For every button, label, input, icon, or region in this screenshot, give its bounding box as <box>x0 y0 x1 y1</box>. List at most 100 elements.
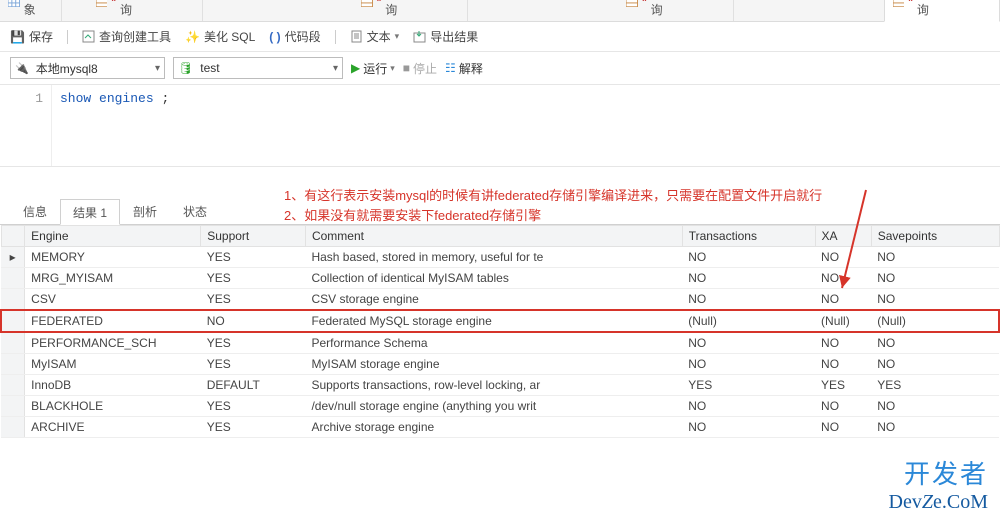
query-builder-button[interactable]: 查询创建工具 <box>82 28 171 45</box>
cell-engine[interactable]: MyISAM <box>25 354 201 375</box>
table-row[interactable]: FEDERATEDNOFederated MySQL storage engin… <box>1 310 999 332</box>
connection-select[interactable]: 🔌 本地mysql8 ▾ <box>10 57 165 79</box>
cell-xa[interactable]: NO <box>815 289 871 311</box>
cell-transactions[interactable]: NO <box>682 396 815 417</box>
cell-transactions[interactable]: NO <box>682 247 815 268</box>
cell-engine[interactable]: PERFORMANCE_SCH <box>25 332 201 354</box>
cell-savepoints[interactable]: NO <box>871 332 999 354</box>
cell-comment[interactable]: Supports transactions, row-level locking… <box>305 375 682 396</box>
result-tab-info[interactable]: 信息 <box>10 198 60 224</box>
cell-savepoints[interactable]: NO <box>871 268 999 289</box>
table-row[interactable]: InnoDBDEFAULTSupports transactions, row-… <box>1 375 999 396</box>
save-button[interactable]: 💾 保存 <box>10 28 53 45</box>
cell-support[interactable]: YES <box>201 247 306 268</box>
tab-query-active[interactable]: * 无标题 - 查询 <box>884 0 1000 22</box>
document-icon <box>350 30 363 43</box>
cell-savepoints[interactable]: NO <box>871 417 999 438</box>
text-button[interactable]: 文本 ▾ <box>350 28 400 45</box>
cell-comment[interactable]: CSV storage engine <box>305 289 682 311</box>
column-header-savepoints[interactable]: Savepoints <box>871 226 999 247</box>
result-tab-profile[interactable]: 剖析 <box>120 198 170 224</box>
cell-transactions[interactable]: YES <box>682 375 815 396</box>
cell-transactions[interactable]: NO <box>682 332 815 354</box>
cell-engine[interactable]: ARCHIVE <box>25 417 201 438</box>
explain-label: 解释 <box>459 60 483 77</box>
cell-engine[interactable]: InnoDB <box>25 375 201 396</box>
tab-label: 无标题 - 查询 <box>120 0 188 18</box>
result-grid[interactable]: Engine Support Comment Transactions XA S… <box>0 225 1000 438</box>
cell-engine[interactable]: MRG_MYISAM <box>25 268 201 289</box>
cell-xa[interactable]: NO <box>815 396 871 417</box>
cell-comment[interactable]: Hash based, stored in memory, useful for… <box>305 247 682 268</box>
cell-support[interactable]: YES <box>201 417 306 438</box>
table-row[interactable]: MyISAMYESMyISAM storage engineNONONO <box>1 354 999 375</box>
database-select[interactable]: 🛢 test ▾ <box>173 57 343 79</box>
table-row[interactable]: ▸MEMORYYESHash based, stored in memory, … <box>1 247 999 268</box>
cell-savepoints[interactable]: NO <box>871 247 999 268</box>
cell-comment[interactable]: /dev/null storage engine (anything you w… <box>305 396 682 417</box>
cell-xa[interactable]: YES <box>815 375 871 396</box>
cell-xa[interactable]: NO <box>815 247 871 268</box>
cell-savepoints[interactable]: YES <box>871 375 999 396</box>
cell-support[interactable]: YES <box>201 354 306 375</box>
column-header-comment[interactable]: Comment <box>305 226 682 247</box>
column-header-xa[interactable]: XA <box>815 226 871 247</box>
code-snippets-button[interactable]: ( ) 代码段 <box>269 28 320 45</box>
cell-support[interactable]: YES <box>201 289 306 311</box>
save-icon: 💾 <box>10 30 25 44</box>
cell-xa[interactable]: NO <box>815 332 871 354</box>
cell-xa[interactable]: NO <box>815 268 871 289</box>
query-icon <box>893 0 905 7</box>
cell-engine[interactable]: BLACKHOLE <box>25 396 201 417</box>
cell-transactions[interactable]: (Null) <box>682 310 815 332</box>
tab-query-1[interactable]: * 无标题 - 查询 <box>88 0 203 21</box>
cell-engine[interactable]: CSV <box>25 289 201 311</box>
cell-support[interactable]: YES <box>201 396 306 417</box>
sql-code[interactable]: show engines ; <box>52 85 177 166</box>
cell-savepoints[interactable]: NO <box>871 396 999 417</box>
cell-savepoints[interactable]: NO <box>871 289 999 311</box>
result-tab-status[interactable]: 状态 <box>170 198 220 224</box>
result-tab-result[interactable]: 结果 1 <box>60 199 120 225</box>
sql-editor[interactable]: 1 show engines ; <box>0 85 1000 167</box>
cell-transactions[interactable]: NO <box>682 417 815 438</box>
cell-comment[interactable]: Performance Schema <box>305 332 682 354</box>
cell-transactions[interactable]: NO <box>682 289 815 311</box>
cell-transactions[interactable]: NO <box>682 354 815 375</box>
cell-comment[interactable]: MyISAM storage engine <box>305 354 682 375</box>
cell-savepoints[interactable]: NO <box>871 354 999 375</box>
cell-engine[interactable]: MEMORY <box>25 247 201 268</box>
cell-xa[interactable]: NO <box>815 417 871 438</box>
table-row[interactable]: BLACKHOLEYES/dev/null storage engine (an… <box>1 396 999 417</box>
run-button[interactable]: ▶ 运行 ▾ <box>351 60 395 77</box>
tab-query-3[interactable]: * 无标题 - 查询 <box>618 0 733 21</box>
cell-xa[interactable]: (Null) <box>815 310 871 332</box>
explain-button[interactable]: ☷ 解释 <box>445 60 483 77</box>
column-header-transactions[interactable]: Transactions <box>682 226 815 247</box>
tab-query-2[interactable]: * 无标题 - 查询 <box>353 0 468 21</box>
cell-engine[interactable]: FEDERATED <box>25 310 201 332</box>
cell-support[interactable]: YES <box>201 268 306 289</box>
cell-comment[interactable]: Federated MySQL storage engine <box>305 310 682 332</box>
tab-label: 无标题 - 查询 <box>385 0 453 18</box>
cell-support[interactable]: DEFAULT <box>201 375 306 396</box>
cell-support[interactable]: NO <box>201 310 306 332</box>
cell-transactions[interactable]: NO <box>682 268 815 289</box>
tab-objects[interactable]: 对象 <box>0 0 62 21</box>
cell-comment[interactable]: Collection of identical MyISAM tables <box>305 268 682 289</box>
stop-button[interactable]: ■ 停止 <box>403 60 437 77</box>
chevron-down-icon: ▾ <box>333 63 338 74</box>
table-row[interactable]: PERFORMANCE_SCHYESPerformance SchemaNONO… <box>1 332 999 354</box>
annotation-line: 2、如果没有就需要安装下federated存储引擎 <box>284 206 822 226</box>
cell-comment[interactable]: Archive storage engine <box>305 417 682 438</box>
table-row[interactable]: CSVYESCSV storage engineNONONO <box>1 289 999 311</box>
cell-xa[interactable]: NO <box>815 354 871 375</box>
column-header-support[interactable]: Support <box>201 226 306 247</box>
cell-support[interactable]: YES <box>201 332 306 354</box>
table-row[interactable]: MRG_MYISAMYESCollection of identical MyI… <box>1 268 999 289</box>
table-row[interactable]: ARCHIVEYESArchive storage engineNONONO <box>1 417 999 438</box>
beautify-sql-button[interactable]: ✨ 美化 SQL <box>185 28 255 45</box>
cell-savepoints[interactable]: (Null) <box>871 310 999 332</box>
export-results-button[interactable]: 导出结果 <box>413 28 478 45</box>
column-header-engine[interactable]: Engine <box>25 226 201 247</box>
